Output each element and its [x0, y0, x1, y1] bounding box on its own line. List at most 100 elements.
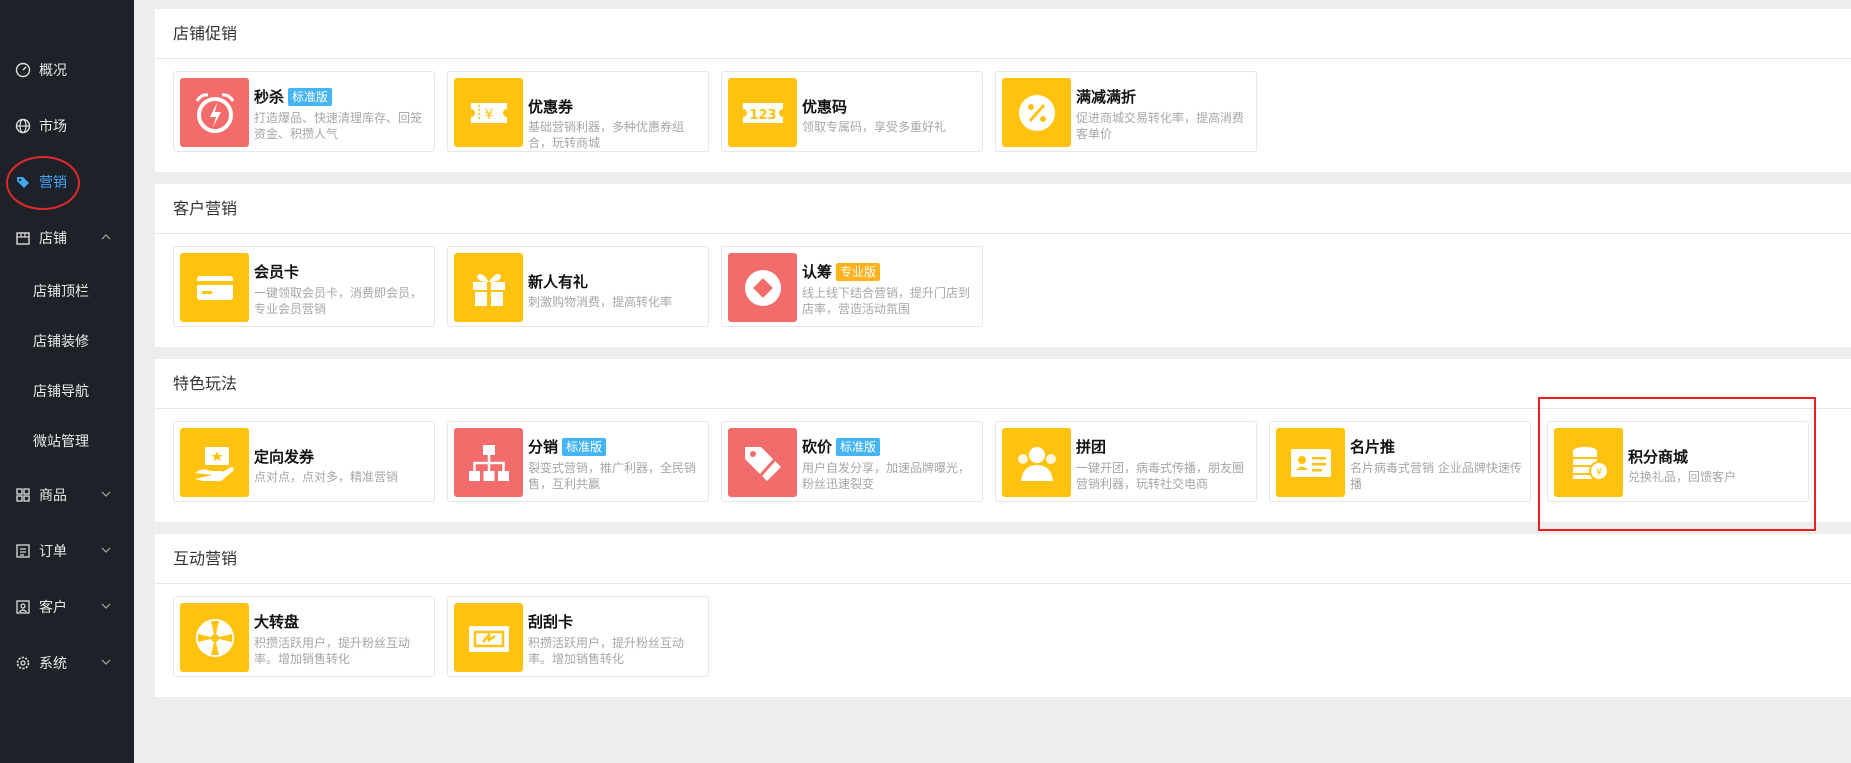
percent-icon: [1002, 78, 1071, 147]
nav-item-system[interactable]: 系统: [0, 643, 134, 683]
card-lucky-wheel[interactable]: 大转盘 积攒活跃用户，提升粉丝互动率。增加销售转化: [173, 596, 435, 677]
edition-badge: 标准版: [288, 87, 333, 106]
nav-label: 商品: [39, 488, 67, 504]
sidebar: 概况 市场 营销 店铺 店铺顶栏 店铺装修 店铺导航 微站管理 商品 订单 客户…: [0, 0, 134, 763]
hand-coupon-icon: [180, 428, 249, 497]
store-icon: [14, 230, 31, 247]
card-title: 名片推: [1350, 438, 1396, 456]
annotation-rectangle: [1538, 397, 1816, 531]
card-desc: 刺激购物消费，提高转化率: [528, 295, 673, 309]
member-card-icon: [180, 253, 249, 322]
chevron-down-icon: [101, 491, 111, 497]
section-title: 互动营销: [155, 534, 1851, 584]
nav-item-customers[interactable]: 客户: [0, 587, 134, 627]
business-card-icon: [1276, 428, 1345, 497]
nav-label: 订单: [39, 544, 67, 560]
section-store-promotion: 店铺促销 秒杀 标准版 打造爆品、快速清理库存、回笼资金、积攒人气 ¥ 优惠券 基…: [155, 9, 1851, 172]
chevron-down-icon: [101, 659, 111, 665]
scratch-card-icon: [454, 603, 523, 672]
card-title: 拼团: [1076, 438, 1107, 456]
sub-item-store-decoration[interactable]: 店铺装修: [0, 323, 134, 359]
nav-item-market[interactable]: 市场: [0, 106, 134, 146]
card-title: 刮刮卡: [528, 613, 574, 631]
nav-item-orders[interactable]: 订单: [0, 531, 134, 571]
card-group-buy[interactable]: 拼团 一键开团，病毒式传播，朋友圈营销利器，玩转社交电商: [995, 421, 1257, 502]
chevron-down-icon: [101, 603, 111, 609]
card-desc: 点对点，点对多，精准营销: [254, 470, 399, 484]
card-member-card[interactable]: 会员卡 一键领取会员卡，消费即会员，专业会员营销: [173, 246, 435, 327]
card-coupon[interactable]: ¥ 优惠券 基础营销利器，多种优惠券组合，玩转商城: [447, 71, 709, 152]
card-title: 认筹 专业版: [802, 261, 881, 282]
card-title: 大转盘: [254, 613, 300, 631]
card-newcomer-gift[interactable]: 新人有礼 刺激购物消费，提高转化率: [447, 246, 709, 327]
card-bargain[interactable]: 砍价 标准版 用户自发分享，加速品牌曝光，粉丝迅速裂变: [721, 421, 983, 502]
sub-item-store-navigation[interactable]: 店铺导航: [0, 373, 134, 409]
nav-label: 客户: [39, 600, 67, 616]
gift-icon: [454, 253, 523, 322]
sub-item-microsite[interactable]: 微站管理: [0, 423, 134, 459]
card-desc: 领取专属码，享受多重好礼: [802, 120, 947, 134]
card-title: 满减满折: [1076, 88, 1137, 106]
card-title: 定向发券: [254, 448, 315, 466]
card-title: 优惠码: [802, 98, 848, 116]
card-business-card-push[interactable]: 名片推 名片病毒式营销 企业品牌快速传播: [1269, 421, 1531, 502]
nav-label: 店铺: [39, 231, 67, 247]
logo-icon: [38, 0, 90, 12]
card-desc: 积攒活跃用户，提升粉丝互动率。增加销售转化: [254, 636, 411, 666]
nav-item-products[interactable]: 商品: [0, 475, 134, 515]
section-interactive-marketing: 互动营销 大转盘 积攒活跃用户，提升粉丝互动率。增加销售转化 刮刮卡 积攒活跃用…: [155, 534, 1851, 697]
svg-text:¥: ¥: [484, 107, 493, 123]
card-distribution[interactable]: 分销 标准版 裂变式营销，推广利器，全民销售，互利共赢: [447, 421, 709, 502]
card-desc: 促进商城交易转化率，提高消费客单价: [1076, 111, 1245, 141]
dashboard-icon: [14, 62, 31, 79]
card-title: 砍价 标准版: [802, 436, 881, 457]
card-desc: 积攒活跃用户，提升粉丝互动率。增加销售转化: [528, 636, 685, 666]
card-promo-code[interactable]: 123 优惠码 领取专属码，享受多重好礼: [721, 71, 983, 152]
card-desc: 名片病毒式营销 企业品牌快速传播: [1350, 461, 1522, 491]
grid-icon: [14, 487, 31, 504]
alarm-clock-icon: [180, 78, 249, 147]
nav-label: 市场: [39, 119, 67, 135]
coupon-icon: ¥: [454, 78, 523, 147]
card-title: 分销 标准版: [528, 436, 607, 457]
list-icon: [14, 543, 31, 560]
globe-icon: [14, 118, 31, 135]
nav-item-store[interactable]: 店铺: [0, 218, 134, 258]
card-subscription[interactable]: 认筹 专业版 线上线下结合营销，提升门店到店率，营造活动氛围: [721, 246, 983, 327]
chevron-up-icon: [101, 234, 111, 240]
hierarchy-icon: [454, 428, 523, 497]
card-title: 新人有礼: [528, 273, 589, 291]
edition-badge: 标准版: [562, 437, 607, 456]
chevron-down-icon: [101, 547, 111, 553]
edition-badge: 专业版: [836, 262, 881, 281]
card-title: 会员卡: [254, 263, 300, 281]
card-desc: 用户自发分享，加速品牌曝光，粉丝迅速裂变: [802, 461, 971, 491]
svg-text:123: 123: [749, 108, 776, 123]
card-flash-sale[interactable]: 秒杀 标准版 打造爆品、快速清理库存、回笼资金、积攒人气: [173, 71, 435, 152]
annotation-circle: [6, 156, 80, 210]
card-targeted-coupon[interactable]: 定向发券 点对点，点对多，精准营销: [173, 421, 435, 502]
edition-badge: 标准版: [836, 437, 881, 456]
card-desc: 线上线下结合营销，提升门店到店率，营造活动氛围: [802, 286, 971, 316]
card-desc: 裂变式营销，推广利器，全民销售，互利共赢: [528, 461, 697, 491]
card-title: 秒杀 标准版: [254, 86, 333, 107]
code-ticket-icon: 123: [728, 78, 797, 147]
nav-label: 系统: [39, 656, 67, 672]
section-title: 店铺促销: [155, 9, 1851, 59]
diamond-circle-icon: [728, 253, 797, 322]
card-full-discount[interactable]: 满减满折 促进商城交易转化率，提高消费客单价: [995, 71, 1257, 152]
card-desc: 一键领取会员卡，消费即会员，专业会员营销: [254, 286, 423, 316]
sub-item-store-topbar[interactable]: 店铺顶栏: [0, 273, 134, 309]
nav-item-overview[interactable]: 概况: [0, 50, 134, 90]
group-users-icon: [1002, 428, 1071, 497]
card-desc: 基础营销利器，多种优惠券组合，玩转商城: [528, 120, 685, 150]
card-scratch-card[interactable]: 刮刮卡 积攒活跃用户，提升粉丝互动率。增加销售转化: [447, 596, 709, 677]
card-desc: 一键开团，病毒式传播，朋友圈营销利器，玩转社交电商: [1076, 461, 1245, 491]
card-desc: 打造爆品、快速清理库存、回笼资金、积攒人气: [254, 111, 423, 141]
card-title: 优惠券: [528, 98, 574, 116]
wheel-icon: [180, 603, 249, 672]
section-title: 客户营销: [155, 184, 1851, 234]
user-icon: [14, 599, 31, 616]
section-customer-marketing: 客户营销 会员卡 一键领取会员卡，消费即会员，专业会员营销 新人有礼 刺激购物消…: [155, 184, 1851, 347]
price-tag-cut-icon: [728, 428, 797, 497]
